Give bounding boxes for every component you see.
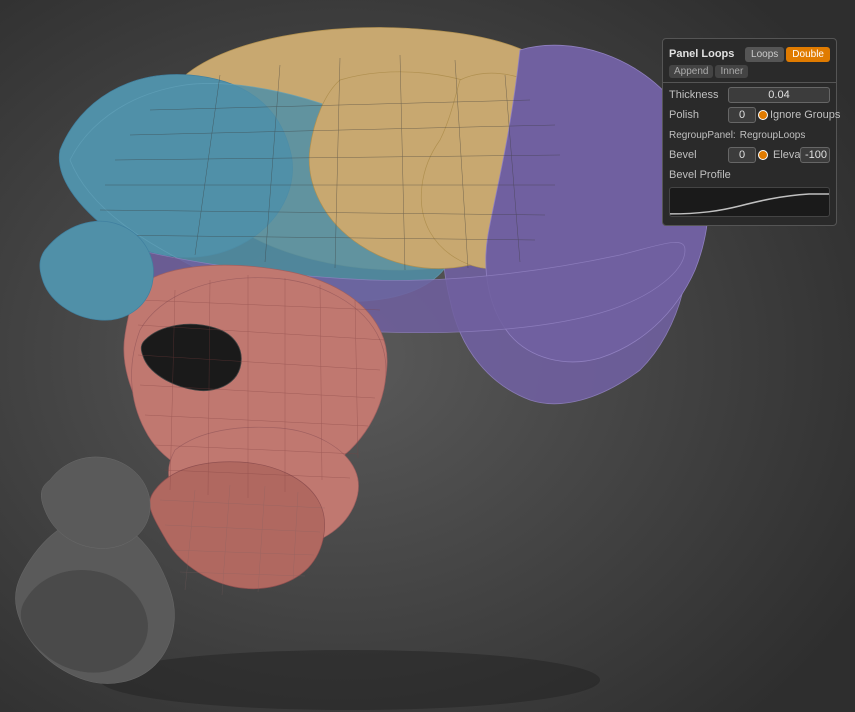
bevel-profile-row: Bevel Profile <box>663 165 836 185</box>
panel-ui: Panel Loops Loops Double Append Inner Th… <box>662 38 837 226</box>
thickness-row: Thickness 0.04 <box>663 85 836 105</box>
polish-value[interactable]: 0 <box>728 107 756 123</box>
polish-label: Polish <box>669 109 724 121</box>
panel-title: Panel Loops <box>669 48 734 60</box>
elevation-label: Elevation <box>773 149 794 161</box>
regroup-row: RegroupPanel: RegroupLoops <box>663 125 836 145</box>
ignore-groups-btn[interactable]: Ignore Groups <box>770 109 840 121</box>
polish-row: Polish 0 Ignore Groups <box>663 105 836 125</box>
bevel-value[interactable]: 0 <box>728 147 756 163</box>
bevel-row: Bevel 0 Elevation -100 <box>663 145 836 165</box>
tab-group: Loops Double <box>745 47 830 62</box>
thickness-value[interactable]: 0.04 <box>728 87 830 103</box>
bevel-profile-label: Bevel Profile <box>669 169 731 181</box>
sub-tab-inner[interactable]: Inner <box>715 65 748 78</box>
tab-double[interactable]: Double <box>786 47 830 62</box>
bevel-profile-curve-area[interactable] <box>669 187 830 217</box>
tab-loops[interactable]: Loops <box>745 47 784 62</box>
thickness-label: Thickness <box>669 89 724 101</box>
sub-tab-group: Append Inner <box>663 65 836 80</box>
elevation-value[interactable]: -100 <box>800 147 830 163</box>
regroup-loops-btn[interactable]: RegroupLoops <box>740 130 806 141</box>
panel-header-row: Panel Loops Loops Double <box>663 43 836 65</box>
bevel-label: Bevel <box>669 149 724 161</box>
regroup-panel-label: RegroupPanel: <box>669 130 736 141</box>
sub-tab-append[interactable]: Append <box>669 65 713 78</box>
